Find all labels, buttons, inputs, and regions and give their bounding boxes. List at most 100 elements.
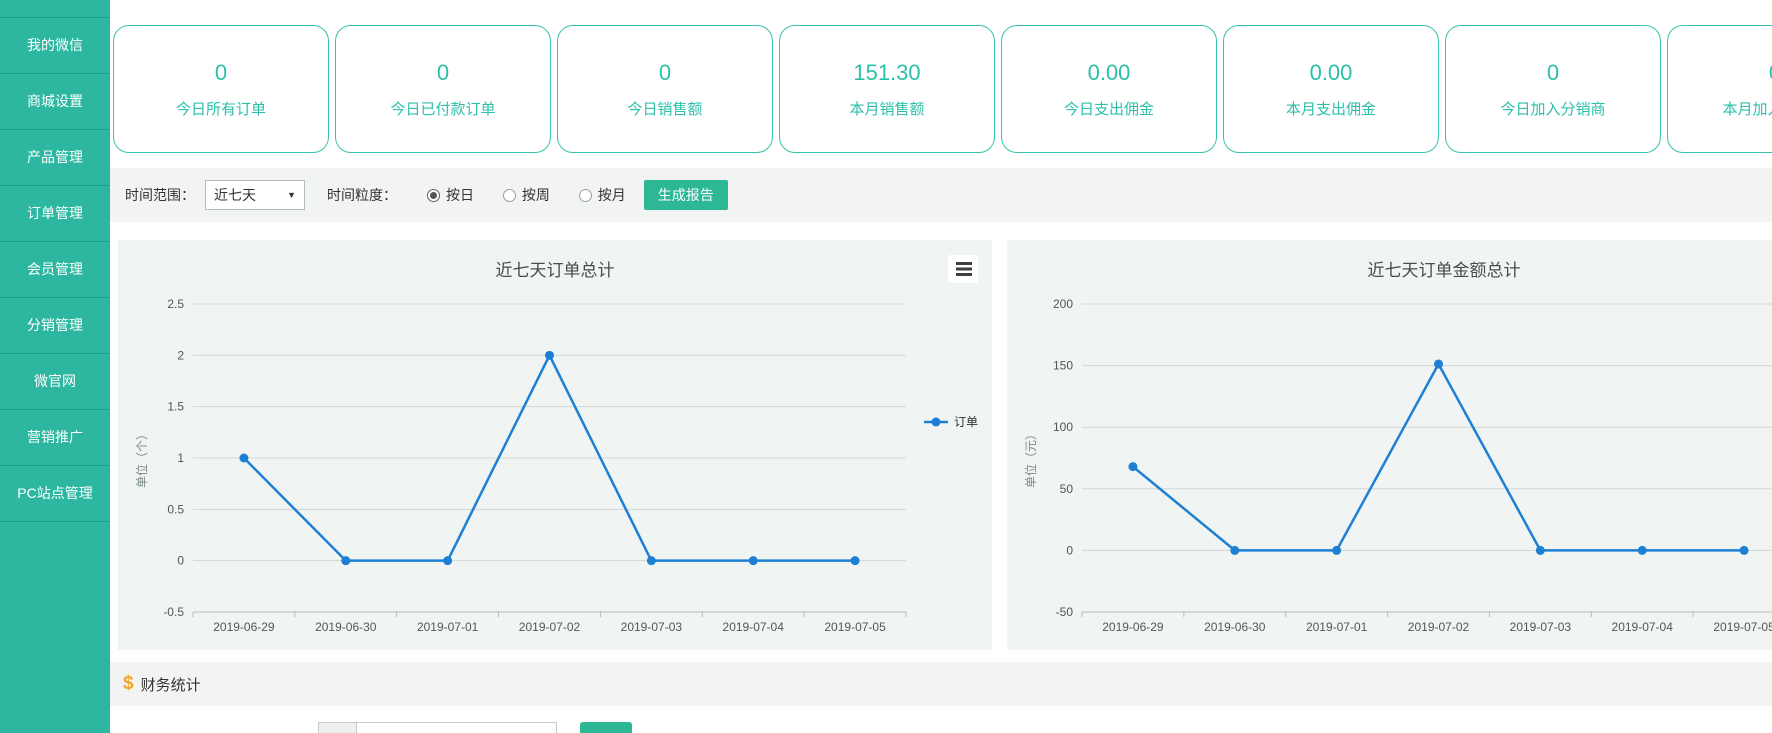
stat-card: 151.30 本月销售额	[779, 25, 995, 153]
radio-option-label: 按日	[446, 185, 474, 205]
y-tick-label: 0.5	[167, 502, 184, 516]
x-tick-label: 2019-07-01	[417, 620, 479, 634]
sidebar-item-label: 微官网	[34, 373, 76, 389]
granularity-radio-group: 按日 按周 按月	[412, 185, 626, 205]
sidebar-item-label: 产品管理	[27, 149, 83, 165]
x-tick-label: 2019-07-05	[1713, 620, 1772, 634]
finance-search-button[interactable]	[580, 722, 632, 733]
dollar-icon: $	[123, 673, 134, 695]
input-addon	[319, 723, 357, 733]
stat-card-label: 今日支出佣金	[1064, 98, 1154, 119]
sidebar: 我的微信 商城设置 产品管理 订单管理 会员管理	[0, 0, 110, 733]
y-tick-label: 0	[1066, 543, 1073, 557]
generate-report-button[interactable]: 生成报告	[644, 180, 728, 210]
stat-card: 0 今日已付款订单	[335, 25, 551, 153]
sidebar-item[interactable]: 分销管理	[0, 298, 110, 354]
chart-panel-orders-count: 近七天订单总计2.521.510.50-0.52019-06-292019-06…	[118, 240, 992, 650]
x-tick-label: 2019-06-30	[1204, 620, 1266, 634]
legend-marker-icon	[932, 418, 941, 427]
series-line	[1133, 364, 1744, 550]
y-tick-label: 0	[177, 554, 184, 568]
radio-icon	[427, 189, 440, 202]
sidebar-item-partial	[0, 0, 110, 18]
y-tick-label: 2.5	[167, 297, 184, 311]
data-point[interactable]	[647, 556, 656, 565]
granularity-radio-option[interactable]: 按月	[579, 185, 626, 205]
x-tick-label: 2019-07-04	[1612, 620, 1674, 634]
stat-card: 0 本月加入分销商	[1667, 25, 1772, 153]
radio-option-label: 按周	[522, 185, 550, 205]
sidebar-item[interactable]: 商城设置	[0, 74, 110, 130]
sidebar-item-label: 营销推广	[27, 429, 83, 445]
sidebar-item-label: 我的微信	[27, 37, 83, 53]
report-filter-bar: 时间范围： 近七天 ▼ 时间粒度： 按日 按周 按月	[110, 168, 1772, 222]
data-point[interactable]	[341, 556, 350, 565]
chart-title: 近七天订单总计	[496, 261, 615, 280]
data-point[interactable]	[1740, 546, 1749, 555]
data-point[interactable]	[1434, 359, 1443, 368]
stat-card: 0 今日加入分销商	[1445, 25, 1661, 153]
stat-card-label: 今日所有订单	[176, 98, 266, 119]
stat-card: 0 今日销售额	[557, 25, 773, 153]
y-axis-name: 单位（个）	[134, 428, 149, 488]
sidebar-item[interactable]: 会员管理	[0, 242, 110, 298]
line-chart-canvas: 近七天订单金额总计200150100500-502019-06-292019-0…	[1007, 240, 1772, 650]
stat-card-label: 今日销售额	[627, 98, 702, 119]
sidebar-item[interactable]: 产品管理	[0, 130, 110, 186]
y-tick-label: 1.5	[167, 400, 184, 414]
y-tick-label: -0.5	[163, 605, 184, 619]
stat-card-value: 0	[659, 60, 671, 86]
data-point[interactable]	[239, 454, 248, 463]
y-tick-label: -50	[1056, 605, 1074, 619]
data-point[interactable]	[1638, 546, 1647, 555]
granularity-label: 时间粒度：	[327, 185, 397, 205]
stat-card-label: 今日加入分销商	[1500, 98, 1605, 119]
sidebar-item[interactable]: 微官网	[0, 354, 110, 410]
sidebar-menu: 我的微信 商城设置 产品管理 订单管理 会员管理	[0, 18, 110, 522]
sidebar-item-label: 订单管理	[27, 205, 83, 221]
sidebar-item[interactable]: PC站点管理	[0, 466, 110, 522]
dashboard-page: 我的微信 商城设置 产品管理 订单管理 会员管理	[0, 0, 1772, 733]
y-tick-label: 2	[177, 348, 184, 362]
sidebar-item-label: PC站点管理	[17, 485, 92, 501]
finance-input-group	[318, 722, 557, 733]
chevron-down-icon: ▼	[287, 190, 296, 200]
stat-card: 0 今日所有订单	[113, 25, 329, 153]
time-range-select[interactable]: 近七天 ▼	[205, 180, 305, 210]
data-point[interactable]	[545, 351, 554, 360]
time-range-selected-value: 近七天	[214, 185, 256, 205]
radio-option-label: 按月	[598, 185, 626, 205]
finance-input[interactable]	[357, 723, 556, 733]
stat-card-value: 0	[215, 60, 227, 86]
x-tick-label: 2019-06-29	[213, 620, 275, 634]
finance-section-header: $ 财务统计	[110, 662, 1772, 706]
granularity-radio-option[interactable]: 按日	[427, 185, 474, 205]
granularity-radio-option[interactable]: 按周	[503, 185, 550, 205]
y-tick-label: 200	[1053, 297, 1073, 311]
stat-card: 0.00 今日支出佣金	[1001, 25, 1217, 153]
data-point[interactable]	[1128, 462, 1137, 471]
sidebar-item[interactable]: 订单管理	[0, 186, 110, 242]
chart-panel-orders-amount: 近七天订单金额总计200150100500-502019-06-292019-0…	[1007, 240, 1772, 650]
data-point[interactable]	[1536, 546, 1545, 555]
stat-card-value: 0.00	[1088, 60, 1131, 86]
data-point[interactable]	[1230, 546, 1239, 555]
stat-card-label: 本月加入分销商	[1722, 98, 1772, 119]
data-point[interactable]	[1332, 546, 1341, 555]
data-point[interactable]	[443, 556, 452, 565]
stat-card-value: 0	[1547, 60, 1559, 86]
radio-icon	[579, 189, 592, 202]
sidebar-item[interactable]: 营销推广	[0, 410, 110, 466]
stat-cards-row: 0 今日所有订单 0 今日已付款订单 0 今日销售额 151.30 本月销售额 …	[110, 25, 1772, 153]
chart-menu-icon[interactable]	[948, 255, 978, 283]
sidebar-item[interactable]: 我的微信	[0, 18, 110, 74]
chart-legend[interactable]: 订单	[924, 415, 978, 429]
x-tick-label: 2019-07-04	[723, 620, 785, 634]
x-tick-label: 2019-06-30	[315, 620, 377, 634]
data-point[interactable]	[749, 556, 758, 565]
data-point[interactable]	[851, 556, 860, 565]
y-axis-name: 单位（元）	[1023, 428, 1038, 488]
y-tick-label: 150	[1053, 359, 1073, 373]
sidebar-item-label: 分销管理	[27, 317, 83, 333]
x-tick-label: 2019-07-02	[1408, 620, 1470, 634]
